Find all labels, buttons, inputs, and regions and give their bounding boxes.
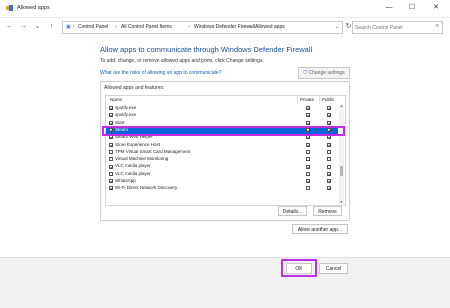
minimize-button[interactable]: — xyxy=(378,2,400,14)
public-checkbox[interactable] xyxy=(327,164,331,169)
forward-arrow-icon[interactable]: → xyxy=(19,22,28,32)
column-divider xyxy=(319,96,320,104)
breadcrumb-separator: › xyxy=(188,24,190,30)
app-enabled-checkbox[interactable]: ✔ xyxy=(109,186,113,191)
page-heading: Allow apps to communicate through Window… xyxy=(100,45,313,54)
firewall-icon xyxy=(6,5,13,11)
list-scrollbar[interactable]: ▲ ▼ xyxy=(339,104,344,204)
search-box[interactable]: ⌕ xyxy=(352,21,443,34)
breadcrumb-allowed-apps[interactable]: Allowed apps xyxy=(255,24,285,30)
app-name: spotify.exe xyxy=(115,112,137,118)
public-checkbox[interactable] xyxy=(327,157,331,162)
private-checkbox[interactable] xyxy=(306,171,310,176)
private-checkbox[interactable]: ✔ xyxy=(306,106,310,111)
app-enabled-checkbox[interactable] xyxy=(109,149,113,154)
allowed-apps-group: Allowed apps and features: Name Private … xyxy=(100,81,350,221)
remove-button[interactable]: Remove xyxy=(313,206,342,216)
app-enabled-checkbox[interactable]: ✔ xyxy=(109,142,113,147)
selected-row-highlight xyxy=(102,126,345,136)
app-name: TPM Virtual Smart Card Management xyxy=(115,148,191,154)
private-checkbox[interactable] xyxy=(306,157,310,162)
close-button[interactable]: ✕ xyxy=(425,2,447,14)
shield-icon: ⛉ xyxy=(303,70,308,76)
column-divider xyxy=(297,96,298,104)
private-checkbox[interactable]: ✔ xyxy=(306,113,310,118)
app-row[interactable]: VLC media player ✔ xyxy=(106,171,338,178)
app-enabled-checkbox[interactable] xyxy=(109,171,113,176)
app-row[interactable]: Virtual Machine Monitoring xyxy=(106,156,338,163)
app-enabled-checkbox[interactable] xyxy=(109,157,113,162)
private-checkbox[interactable] xyxy=(306,149,310,154)
public-checkbox[interactable] xyxy=(327,149,331,154)
app-enabled-checkbox[interactable]: ✔ xyxy=(109,164,113,169)
app-name: Wi-Fi Direct Network Discovery xyxy=(115,185,178,191)
app-name: Store Experience Host xyxy=(115,141,161,147)
cancel-button[interactable]: Cancel xyxy=(319,263,348,274)
scroll-up-icon[interactable]: ▲ xyxy=(339,104,344,108)
app-enabled-checkbox[interactable]: ✔ xyxy=(109,113,113,118)
private-checkbox[interactable]: ✔ xyxy=(306,142,310,147)
app-row[interactable]: ✔ VLC media player ✔ xyxy=(106,163,338,170)
ok-button[interactable]: OK xyxy=(286,263,312,274)
private-checkbox[interactable]: ✔ xyxy=(306,164,310,169)
app-name: VLC media player xyxy=(115,170,151,176)
public-checkbox[interactable]: ✔ xyxy=(327,113,331,118)
back-arrow-icon[interactable]: ← xyxy=(5,22,14,32)
public-checkbox[interactable]: ✔ xyxy=(327,171,331,176)
search-icon: ⌕ xyxy=(435,23,439,29)
app-name: spotify.exe xyxy=(115,105,137,110)
app-enabled-checkbox[interactable]: ✔ xyxy=(109,106,113,111)
breadcrumb-separator: › xyxy=(249,24,251,30)
public-checkbox[interactable]: ✔ xyxy=(327,186,331,191)
allow-another-app-button[interactable]: Allow another app... xyxy=(292,224,348,234)
control-panel-icon: ▣ xyxy=(66,24,71,30)
address-dropdown-icon[interactable]: ⌄ xyxy=(335,24,339,30)
title-bar: Allowed apps — ☐ ✕ xyxy=(0,0,450,18)
group-label: Allowed apps and features: xyxy=(104,85,165,91)
scroll-down-icon[interactable]: ▼ xyxy=(339,200,344,204)
public-checkbox[interactable]: ✔ xyxy=(327,179,331,184)
app-name: VLC media player xyxy=(115,163,151,169)
private-checkbox[interactable]: ✔ xyxy=(306,179,310,184)
app-row[interactable]: ✔ Wi-Fi Direct Network Discovery ✔ xyxy=(106,185,338,192)
address-bar-row: ← → ⌄ ↑ ▣ › Control Panel › All Control … xyxy=(0,17,450,37)
app-enabled-checkbox[interactable]: ✔ xyxy=(109,179,113,184)
dialog-footer xyxy=(0,257,450,308)
column-header-private[interactable]: Private xyxy=(300,96,314,104)
maximize-button[interactable]: ☐ xyxy=(401,2,423,14)
app-row[interactable]: ✔ spotify.exe ✔ ✔ xyxy=(106,105,338,112)
risks-link[interactable]: What are the risks of allowing an app to… xyxy=(100,70,221,76)
private-checkbox[interactable]: ✔ xyxy=(306,120,310,125)
window-title: Allowed apps xyxy=(17,5,50,11)
app-row[interactable]: ✔ WhatsApp ✔ ✔ xyxy=(106,178,338,185)
public-checkbox[interactable]: ✔ xyxy=(327,142,331,147)
app-row[interactable]: TPM Virtual Smart Card Management xyxy=(106,149,338,156)
change-settings-label: Change settings xyxy=(308,70,345,76)
scrollbar-thumb[interactable] xyxy=(340,166,343,176)
app-name: Virtual Machine Monitoring xyxy=(115,156,169,162)
app-enabled-checkbox[interactable]: ✔ xyxy=(109,120,113,125)
instruction-text: To add, change, or remove allowed apps a… xyxy=(100,58,264,64)
allowed-apps-list[interactable]: Name Private Public ▲ ▼ ✔ spotify.exe ✔ ✔ ✔ s… xyxy=(105,95,346,206)
app-row[interactable]: ✔ spotify.exe ✔ ✔ xyxy=(106,112,338,119)
up-arrow-icon[interactable]: ↑ xyxy=(47,22,56,32)
app-row[interactable]: ✔ Store Experience Host ✔ ✔ xyxy=(106,142,338,149)
search-input[interactable] xyxy=(355,23,425,32)
public-checkbox[interactable]: ✔ xyxy=(327,120,331,125)
column-header-public[interactable]: Public xyxy=(322,96,334,104)
details-button[interactable]: Details... xyxy=(278,206,307,216)
recent-locations-chevron-icon[interactable]: ⌄ xyxy=(33,22,42,32)
column-header-name[interactable]: Name xyxy=(110,96,122,104)
breadcrumb-separator: › xyxy=(115,24,117,30)
breadcrumb-all-items[interactable]: All Control Panel Items xyxy=(121,24,172,30)
private-checkbox[interactable] xyxy=(306,186,310,191)
breadcrumb-separator: › xyxy=(73,24,75,30)
breadcrumb-control-panel[interactable]: Control Panel xyxy=(78,24,108,30)
breadcrumb-firewall[interactable]: Windows Defender Firewall xyxy=(194,24,255,30)
change-settings-button[interactable]: ⛉ Change settings xyxy=(298,67,350,79)
app-name: WhatsApp xyxy=(115,178,136,183)
address-bar[interactable]: ▣ › Control Panel › All Control Panel It… xyxy=(62,21,343,34)
public-checkbox[interactable]: ✔ xyxy=(327,106,331,111)
